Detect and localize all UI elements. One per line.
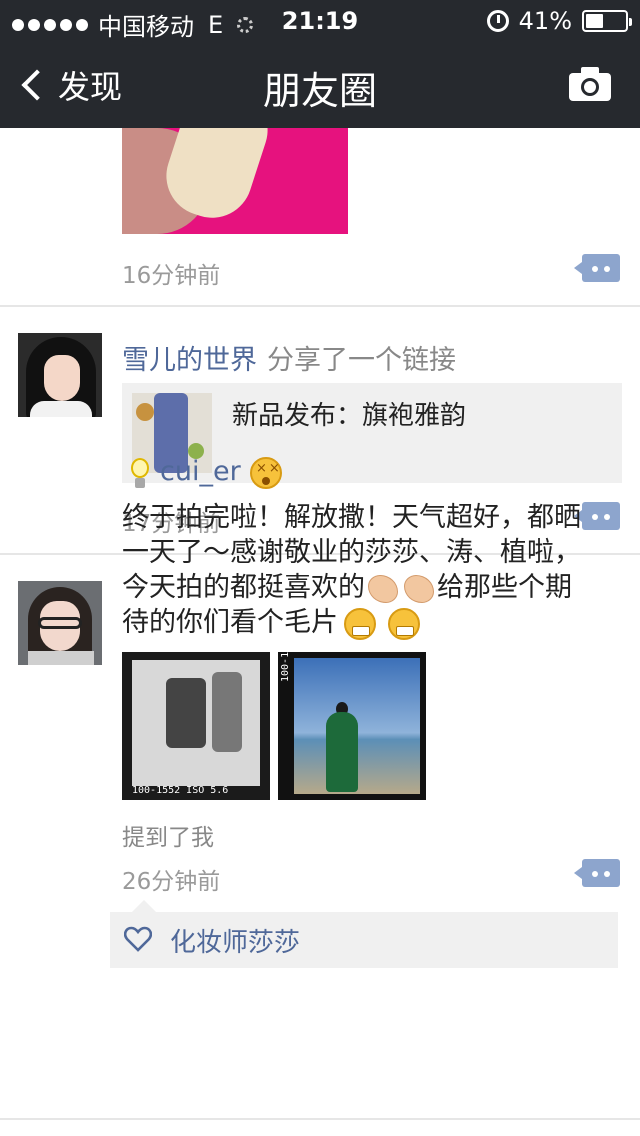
post-photo[interactable]: 100-1452 5.6 500 (278, 652, 426, 800)
photo-caption: 100-1552 ISO 5.6 (132, 785, 229, 796)
grinning-face-emoji (344, 607, 376, 640)
post-text-line: 一天了～感谢敬业的莎莎、涛、植啦， (122, 537, 581, 568)
post-divider (0, 305, 640, 307)
mention-label: 提到了我 (122, 825, 214, 851)
liked-by-name[interactable]: 化妆师莎莎 (170, 922, 300, 959)
likes-panel: 化妆师莎莎 (110, 900, 618, 968)
author-name[interactable]: 雪儿的世界 (122, 345, 257, 376)
dizzy-face-emoji (250, 457, 282, 489)
status-bar: 中国移动 E 21:19 41% (0, 0, 640, 41)
comment-icon[interactable] (574, 859, 620, 887)
post-header: 雪儿的世界 分享了一个链接 (122, 338, 456, 377)
avatar[interactable] (18, 581, 102, 665)
navigation-bar: 发现 朋友圈 (0, 40, 640, 128)
post-divider (0, 1118, 640, 1120)
post-text-line-3: 今天拍的都挺喜欢的 给那些个期 (122, 570, 622, 605)
post-text-segment: 给那些个期 (437, 572, 572, 603)
link-title: 新品发布：旗袍雅韵 (232, 401, 467, 431)
battery-percent: 41% (518, 7, 572, 35)
photo-caption: 100-1452 5.6 500 (280, 652, 291, 682)
post-time: 16分钟前 (122, 263, 221, 289)
battery-icon (582, 10, 632, 32)
avatar[interactable] (18, 333, 102, 417)
clapping-hands-emoji (368, 574, 398, 603)
comment-icon[interactable] (574, 254, 620, 282)
moments-feed[interactable]: 16分钟前 雪儿的世界 分享了一个链接 新品发布：旗袍雅韵 17分钟前 cui_e… (0, 128, 640, 1136)
top-bar: 中国移动 E 21:19 41% 发现 朋友圈 (0, 0, 640, 128)
post-time: 26分钟前 (122, 869, 221, 895)
post-photo[interactable]: 100-1552 ISO 5.6 (122, 652, 270, 800)
share-action-text: 分享了一个链接 (267, 345, 456, 376)
alarm-icon (486, 10, 509, 32)
post-text: 终于拍完啦！解放撒！天气超好，都晒 一天了～感谢敬业的莎莎、涛、植啦， 今天拍的… (122, 500, 622, 640)
post-text-segment: 待的你们看个毛片 (122, 607, 338, 638)
post-text-segment: 今天拍的都挺喜欢的 (122, 572, 365, 603)
post-text-line-4: 待的你们看个毛片 (122, 605, 622, 640)
grinning-face-emoji (388, 607, 420, 640)
camera-icon[interactable] (568, 66, 612, 102)
author-name[interactable]: cui_er (160, 456, 241, 487)
post-photo[interactable] (122, 128, 348, 234)
post-text-line: 终于拍完啦！解放撒！天气超好，都晒 (122, 502, 581, 533)
page-title: 朋友圈 (262, 69, 377, 113)
heart-icon (124, 926, 152, 952)
clapping-hands-emoji (404, 574, 434, 603)
lightbulb-emoji (128, 458, 152, 490)
